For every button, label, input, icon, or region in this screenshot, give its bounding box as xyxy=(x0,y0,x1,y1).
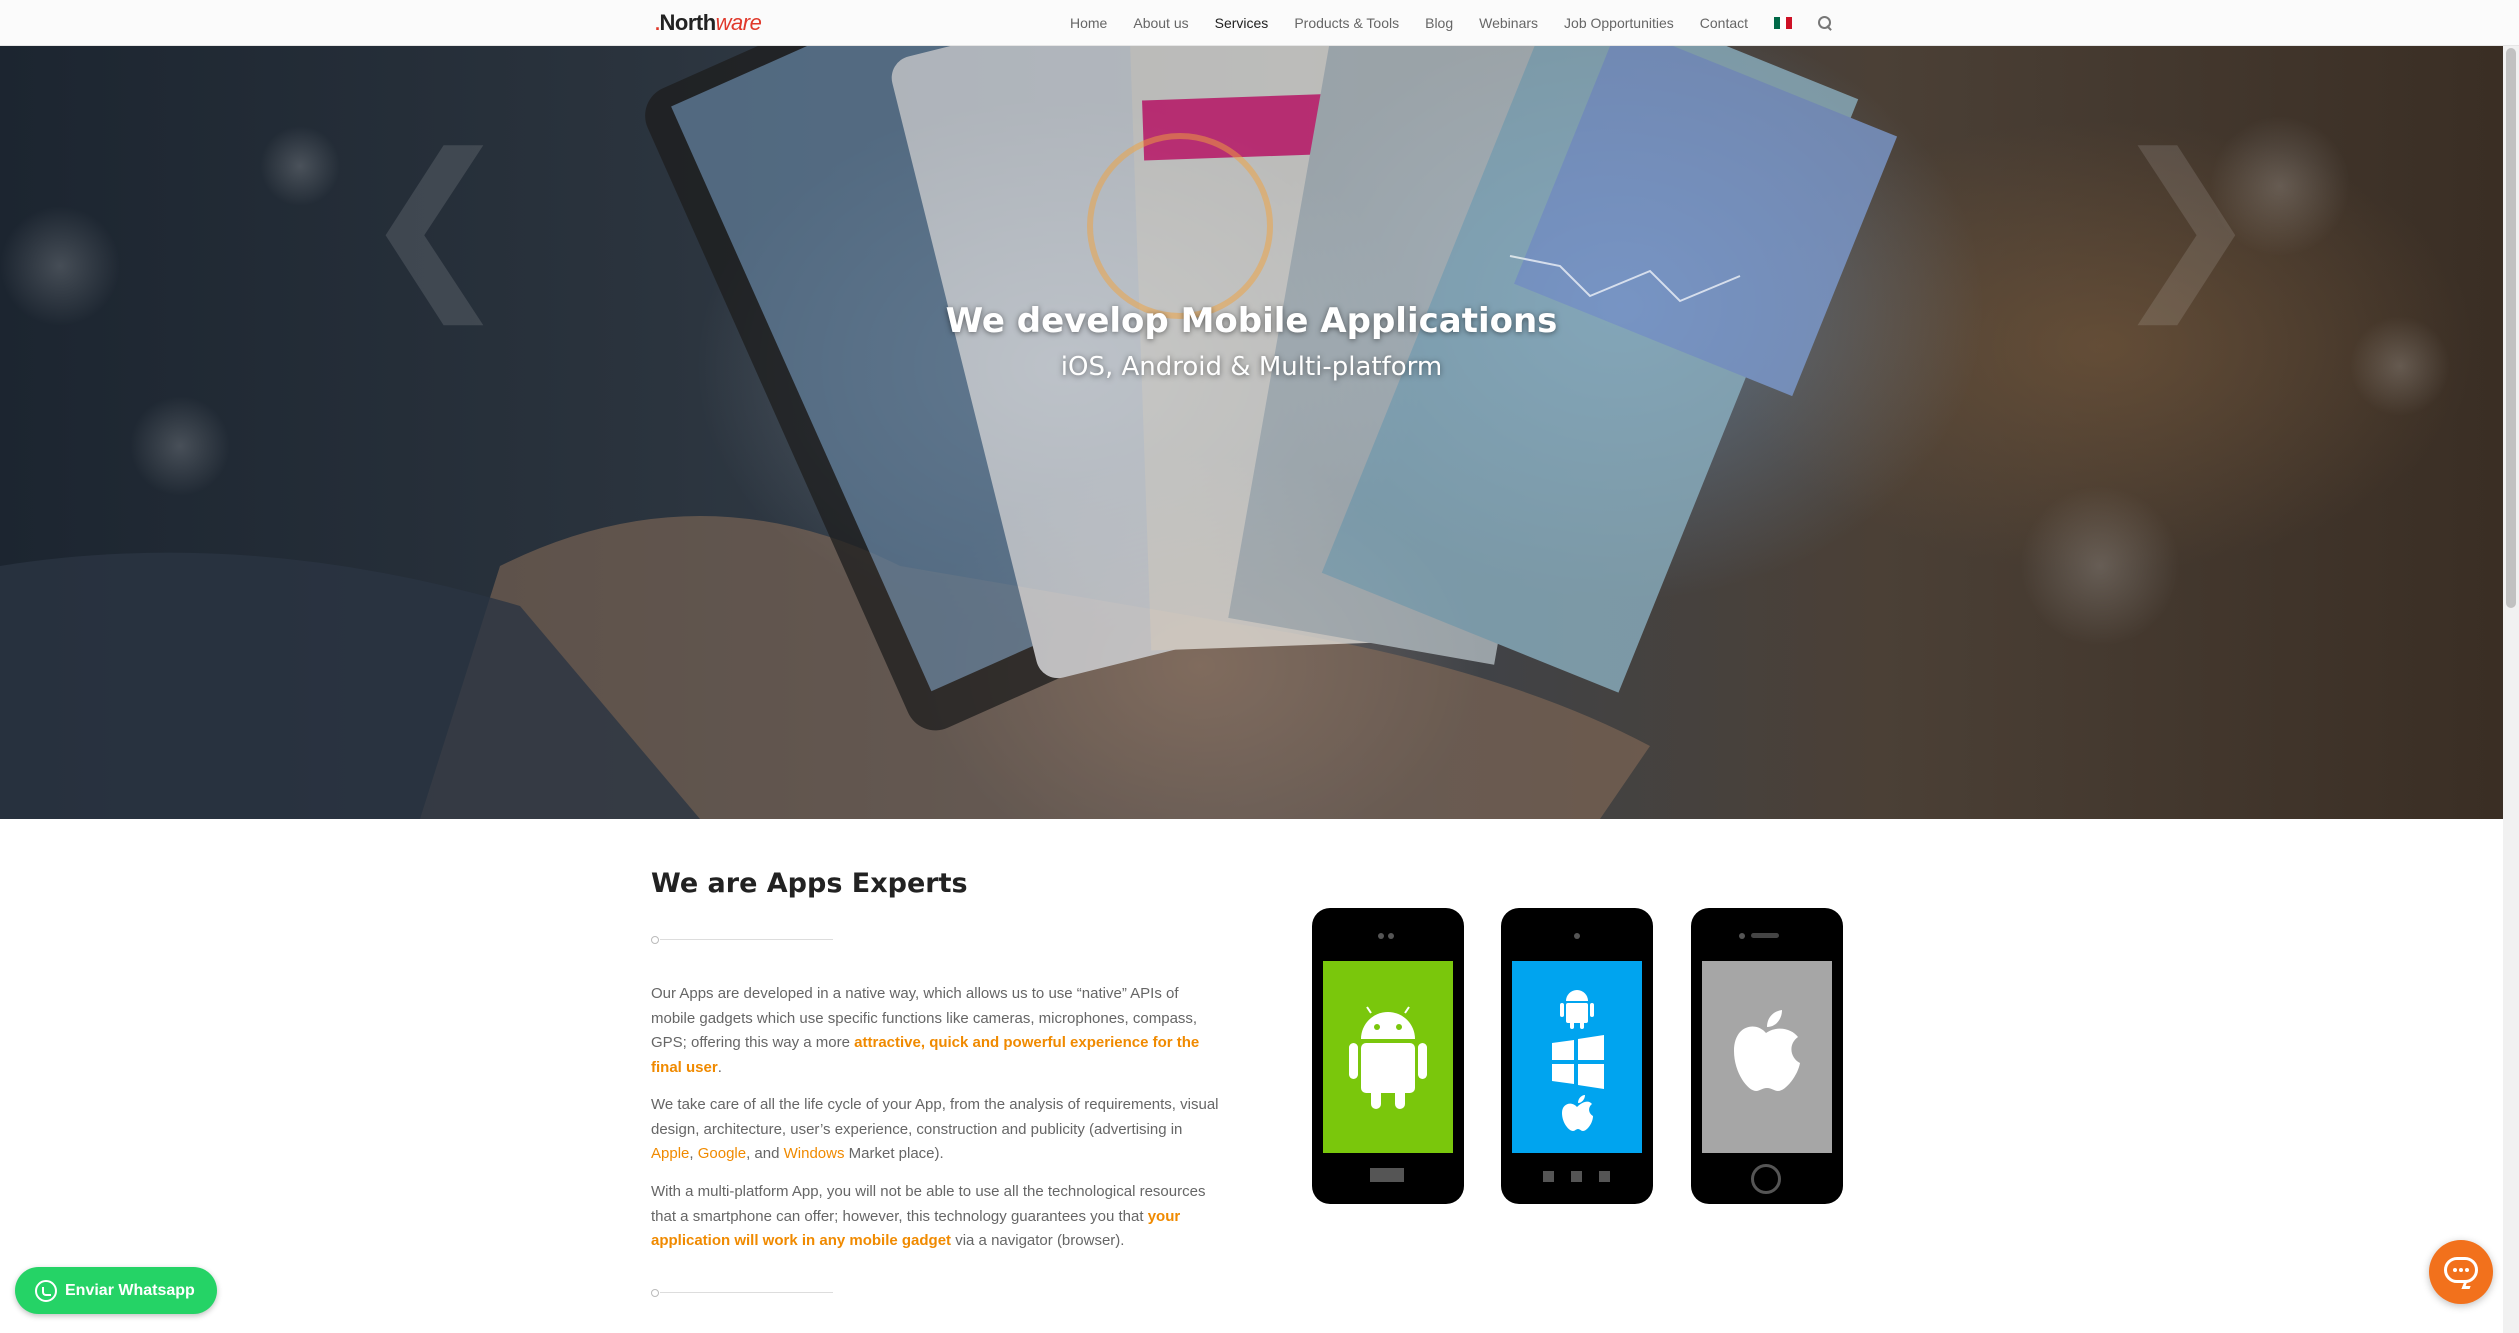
windows-screen xyxy=(1512,961,1642,1153)
p2-sep2: , and xyxy=(746,1145,784,1162)
whatsapp-icon xyxy=(35,1280,57,1302)
logo-ware: ware xyxy=(715,10,762,35)
nav-job-opportunities[interactable]: Job Opportunities xyxy=(1564,15,1674,31)
windows-button xyxy=(1571,1171,1582,1182)
site-header: .Northware Home About us Services Produc… xyxy=(0,0,2519,46)
logo-north: North xyxy=(659,10,717,35)
speaker-slot xyxy=(1751,933,1779,938)
chat-icon-tail xyxy=(2461,1281,2473,1289)
nav-about-us[interactable]: About us xyxy=(1133,15,1188,31)
p2-text: We take care of all the life cycle of yo… xyxy=(651,1096,1219,1138)
link-apple[interactable]: Apple xyxy=(651,1145,689,1162)
device-windows xyxy=(1501,908,1653,1204)
android-icon xyxy=(1349,1006,1427,1109)
p3-text: With a multi-platform App, you will not … xyxy=(651,1183,1206,1225)
android-home-button xyxy=(1370,1168,1404,1182)
p1-end: . xyxy=(717,1058,722,1076)
slider-prev-arrow[interactable]: ❮ xyxy=(360,116,511,325)
hero-title: We develop Mobile Applications xyxy=(945,301,1558,341)
nav-home[interactable]: Home xyxy=(1070,15,1107,31)
nav-products-tools[interactable]: Products & Tools xyxy=(1294,15,1399,31)
p2-sep1: , xyxy=(689,1145,698,1162)
link-windows[interactable]: Windows xyxy=(784,1145,845,1162)
whatsapp-label: Enviar Whatsapp xyxy=(65,1281,195,1299)
hero-subtitle: iOS, Android & Multi-platform xyxy=(1060,352,1443,382)
page-scrollbar[interactable] xyxy=(2503,46,2519,1333)
nav-blog[interactable]: Blog xyxy=(1425,15,1453,31)
section-title: We are Apps Experts xyxy=(651,868,968,899)
camera-dot xyxy=(1378,933,1384,939)
page: .Northware Home About us Services Produc… xyxy=(0,0,2519,1333)
paragraph-life-cycle: We take care of all the life cycle of yo… xyxy=(651,1093,1226,1167)
device-iphone xyxy=(1691,908,1843,1204)
search-icon[interactable] xyxy=(1818,16,1832,30)
nav-services[interactable]: Services xyxy=(1215,15,1269,31)
camera-dot xyxy=(1739,933,1745,939)
chat-icon xyxy=(2444,1257,2478,1283)
iphone-home-button xyxy=(1751,1164,1781,1194)
p3-end: via a navigator (browser). xyxy=(951,1232,1125,1249)
nav-contact[interactable]: Contact xyxy=(1700,15,1748,31)
whatsapp-button[interactable]: Enviar Whatsapp xyxy=(15,1267,217,1314)
chat-button[interactable] xyxy=(2429,1240,2493,1304)
windows-button xyxy=(1599,1171,1610,1182)
northware-logo[interactable]: .Northware xyxy=(655,10,762,36)
paragraph-native-apps: Our Apps are developed in a native way, … xyxy=(651,982,1226,1080)
windows-button xyxy=(1543,1171,1554,1182)
nav-webinars[interactable]: Webinars xyxy=(1479,15,1538,31)
paragraph-multi-platform: With a multi-platform App, you will not … xyxy=(651,1180,1226,1254)
link-google[interactable]: Google xyxy=(698,1145,746,1162)
section-divider xyxy=(651,935,833,945)
device-android xyxy=(1312,908,1464,1204)
hero-slider: ❮ ❯ We develop Mobile Applications iOS, … xyxy=(0,46,2503,819)
android-screen xyxy=(1323,961,1453,1153)
camera-dot xyxy=(1574,933,1580,939)
apple-icon xyxy=(1734,1010,1800,1091)
scrollbar-thumb[interactable] xyxy=(2506,48,2516,608)
main-nav: Home About us Services Products & Tools … xyxy=(1070,0,1832,46)
section-divider-bottom xyxy=(651,1288,833,1298)
p2-end: Market place). xyxy=(844,1145,944,1162)
slider-next-arrow[interactable]: ❯ xyxy=(2110,116,2261,325)
iphone-screen xyxy=(1702,961,1832,1153)
mexico-flag-icon[interactable] xyxy=(1774,17,1793,29)
camera-dot xyxy=(1388,933,1394,939)
multi-platform-icons xyxy=(1552,990,1604,1131)
